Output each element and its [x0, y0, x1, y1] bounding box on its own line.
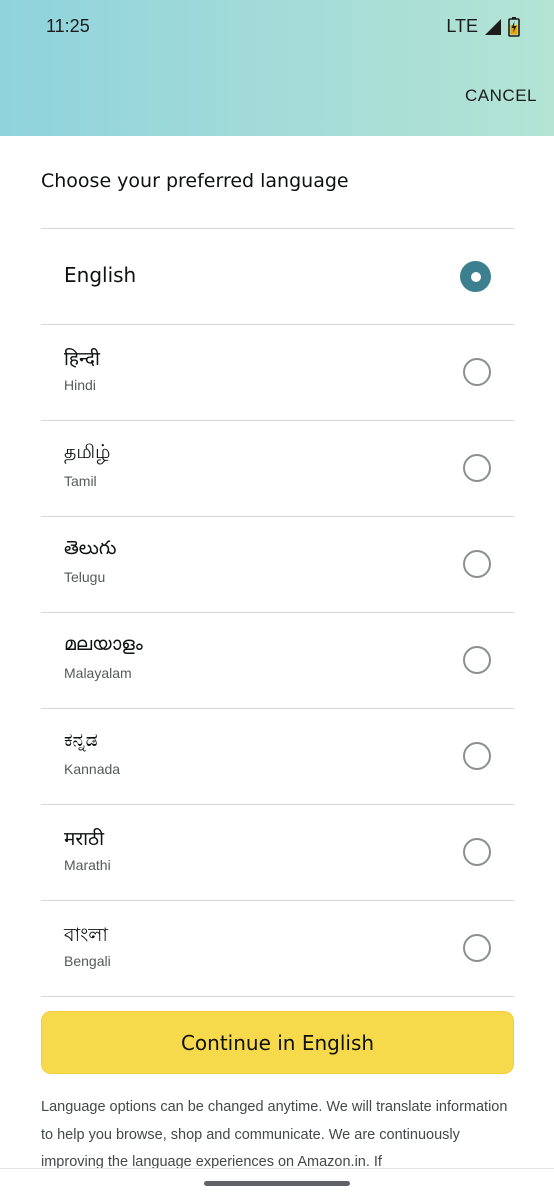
radio-unselected-icon[interactable] [463, 838, 491, 866]
language-native-name: বাংলা [64, 924, 108, 946]
language-native-name: English [64, 263, 137, 287]
language-english-name: Marathi [64, 857, 111, 873]
status-time: 11:25 [46, 16, 90, 36]
language-english-name: Tamil [64, 473, 97, 489]
language-option-tamil[interactable]: தமிழ் Tamil [41, 421, 514, 517]
language-native-name: தமிழ் [64, 441, 111, 463]
language-option-bengali[interactable]: বাংলা Bengali [41, 901, 514, 997]
language-english-name: Telugu [64, 569, 106, 585]
language-native-name: हिन्दी [64, 348, 100, 370]
language-list: English हिन्दी Hindi தமிழ் Tamil తెలుగు … [41, 228, 514, 997]
language-native-name: ಕನ್ನಡ [64, 729, 98, 751]
language-option-marathi[interactable]: मराठी Marathi [41, 805, 514, 901]
radio-unselected-icon[interactable] [463, 454, 491, 482]
language-option-kannada[interactable]: ಕನ್ನಡ Kannada [41, 709, 514, 805]
language-option-telugu[interactable]: తెలుగు Telugu [41, 517, 514, 613]
signal-icon [484, 18, 502, 36]
language-native-name: മലയാളം [64, 633, 143, 655]
radio-unselected-icon[interactable] [463, 934, 491, 962]
radio-unselected-icon[interactable] [463, 742, 491, 770]
radio-selected-icon[interactable] [460, 261, 491, 292]
language-native-name: मराठी [64, 828, 105, 850]
network-label: LTE [446, 16, 478, 36]
cancel-button[interactable]: CANCEL [465, 86, 537, 106]
battery-icon [508, 16, 520, 37]
radio-unselected-icon[interactable] [463, 550, 491, 578]
header-banner: 11:25 LTE CANCEL [0, 0, 554, 136]
radio-unselected-icon[interactable] [463, 646, 491, 674]
status-indicators: LTE [446, 16, 520, 37]
language-english-name: Hindi [64, 377, 96, 393]
language-option-english[interactable]: English [41, 229, 514, 325]
home-indicator[interactable] [204, 1181, 350, 1186]
language-english-name: Kannada [64, 761, 121, 777]
language-english-name: Bengali [64, 953, 111, 969]
language-native-name: తెలుగు [64, 537, 117, 559]
language-english-name: Malayalam [64, 665, 132, 681]
page-title: Choose your preferred language [41, 170, 349, 192]
continue-button[interactable]: Continue in English [41, 1011, 514, 1074]
radio-unselected-icon[interactable] [463, 358, 491, 386]
footer-info-text: Language options can be changed anytime.… [41, 1099, 508, 1170]
language-option-malayalam[interactable]: മലയാളം Malayalam [41, 613, 514, 709]
language-option-hindi[interactable]: हिन्दी Hindi [41, 325, 514, 421]
